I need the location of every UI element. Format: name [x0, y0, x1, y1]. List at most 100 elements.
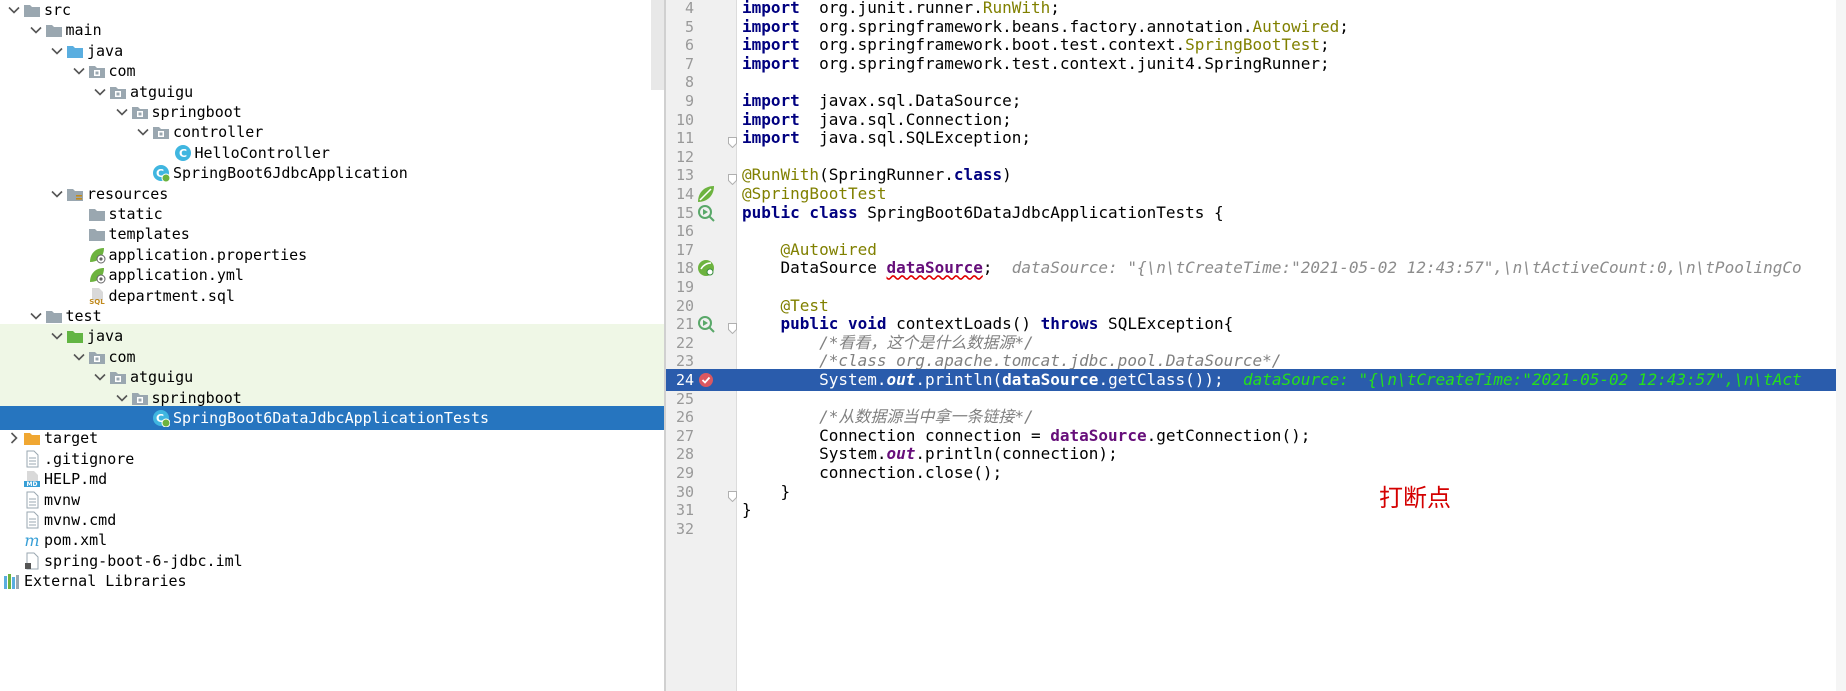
- inline-debug-value: dataSource: "{\n\tCreateTime:"2021-05-02…: [1011, 258, 1802, 278]
- package-icon: [88, 62, 106, 80]
- folder-icon: [23, 1, 41, 19]
- class-icon: C: [174, 144, 192, 162]
- ide-window: src main java com atguigu springboot controlle…: [0, 0, 1846, 691]
- code-token: }: [742, 500, 752, 520]
- code-token: SpringBoot6DataJdbcApplicationTests {: [857, 202, 1224, 222]
- code-token: public class: [742, 202, 858, 222]
- maven-file-icon: m: [23, 531, 41, 550]
- code-token: import: [742, 0, 800, 17]
- tree-scrollbar[interactable]: [651, 0, 664, 90]
- tree-item-label: External Libraries: [24, 572, 187, 591]
- inline-debug-value: dataSource: "{\n\tCreateTime:"2021-05-02…: [1242, 370, 1802, 389]
- svg-text:C: C: [178, 147, 186, 160]
- code-editor[interactable]: 4 import org.junit.runner.RunWith; 5 import…: [666, 0, 1846, 691]
- code-token: import: [742, 35, 800, 55]
- iml-file-icon: [23, 552, 41, 570]
- code-token: contextLoads(): [886, 314, 1041, 334]
- tree-item[interactable]: External Libraries: [0, 569, 664, 593]
- code-token: SQLException{: [1098, 314, 1234, 334]
- code-token: org.junit.runner.: [799, 0, 983, 17]
- sql-file-icon: SQL: [88, 287, 106, 306]
- code-token: class: [953, 165, 1003, 185]
- code-token: org.springframework.beans.factory.annota…: [799, 16, 1253, 36]
- fold-marker-icon[interactable]: [728, 486, 737, 502]
- code-token: @Autowired: [780, 239, 877, 259]
- svg-text:m: m: [24, 531, 39, 549]
- package-icon: [131, 389, 149, 407]
- code-token: ): [1002, 165, 1012, 185]
- text-file-icon: [23, 450, 41, 468]
- code-token: import: [742, 53, 800, 73]
- breakpoint-note: 打断点: [1379, 484, 1451, 512]
- code-token: SpringBootTest: [1185, 35, 1320, 55]
- resources-folder-icon: [66, 185, 84, 203]
- code-token: import: [742, 109, 800, 129]
- code-token: /*看看，这个是什么数据源*/: [819, 332, 1034, 352]
- code-token: @SpringBootTest: [742, 184, 887, 203]
- code-token: /*class org.apache.tomcat.jdbc.pool.Data…: [819, 351, 1282, 371]
- code-token: out: [886, 370, 916, 389]
- code-token: ;: [1050, 0, 1060, 17]
- libraries-icon: [3, 572, 21, 590]
- package-icon: [88, 348, 106, 366]
- package-icon: [131, 103, 149, 121]
- code-token: out: [886, 444, 916, 464]
- code-token: RunWith: [982, 0, 1051, 17]
- code-token: @Test: [780, 295, 829, 315]
- folder-icon: [88, 225, 106, 243]
- code-token: public void: [780, 314, 887, 334]
- code-token: java.sql.Connection;: [799, 109, 1012, 129]
- code-token: /*从数据源当中拿一条链接*/: [819, 407, 1034, 427]
- spring-leaf-icon: [88, 246, 106, 264]
- package-icon: [152, 123, 170, 141]
- code-token: import: [742, 16, 800, 36]
- fold-marker-icon[interactable]: [728, 169, 737, 186]
- spring-leaf-icon: [88, 266, 106, 284]
- code-token: .println(: [915, 370, 1003, 389]
- code-token: throws: [1040, 314, 1099, 334]
- package-icon: [109, 83, 127, 101]
- folder-icon: [66, 42, 84, 60]
- code-token: DataSource: [742, 258, 887, 278]
- code-token: import: [742, 128, 800, 148]
- code-line[interactable]: 32: [666, 518, 1846, 540]
- code-token: org.springframework.test.context.junit4.…: [799, 53, 1330, 73]
- text-file-icon: [23, 511, 41, 529]
- code-token: @RunWith: [742, 165, 820, 185]
- folder-icon: [45, 21, 63, 39]
- project-tree: src main java com atguigu springboot controlle…: [0, 0, 664, 691]
- folder-icon: [66, 327, 84, 345]
- spring-class-icon: C: [152, 164, 171, 183]
- code-token: }: [742, 481, 791, 501]
- code-token: System.: [742, 370, 887, 389]
- code-token: dataSource: [886, 258, 983, 278]
- fold-marker-icon[interactable]: [728, 132, 737, 149]
- code-token: (SpringRunner.: [819, 165, 954, 185]
- code-token: Connection connection =: [742, 425, 1051, 445]
- code-token: dataSource: [1002, 370, 1099, 389]
- folder-icon: [88, 205, 106, 223]
- code-token: org.springframework.boot.test.context.: [799, 35, 1186, 55]
- code-token: System.: [742, 444, 887, 464]
- code-token: ;: [1319, 35, 1330, 55]
- fold-marker-icon[interactable]: [728, 318, 737, 335]
- code-token: javax.sql.DataSource;: [799, 91, 1022, 110]
- code-token: .println(connection);: [915, 444, 1118, 464]
- folder-icon: [23, 429, 41, 447]
- package-icon: [109, 368, 127, 386]
- folder-icon: [45, 307, 63, 325]
- code-token: java.sql.SQLException;: [799, 128, 1031, 148]
- code-token: .getConnection();: [1146, 425, 1311, 445]
- md-file-icon: MD: [23, 470, 41, 488]
- editor-scrollbar[interactable]: [1836, 0, 1846, 691]
- code-token: ;: [982, 258, 1012, 278]
- code-token: dataSource: [1050, 425, 1147, 445]
- code-token: import: [742, 91, 800, 110]
- code-token: .getClass());: [1098, 370, 1243, 389]
- line-number[interactable]: 32: [666, 518, 694, 540]
- text-file-icon: [23, 491, 41, 509]
